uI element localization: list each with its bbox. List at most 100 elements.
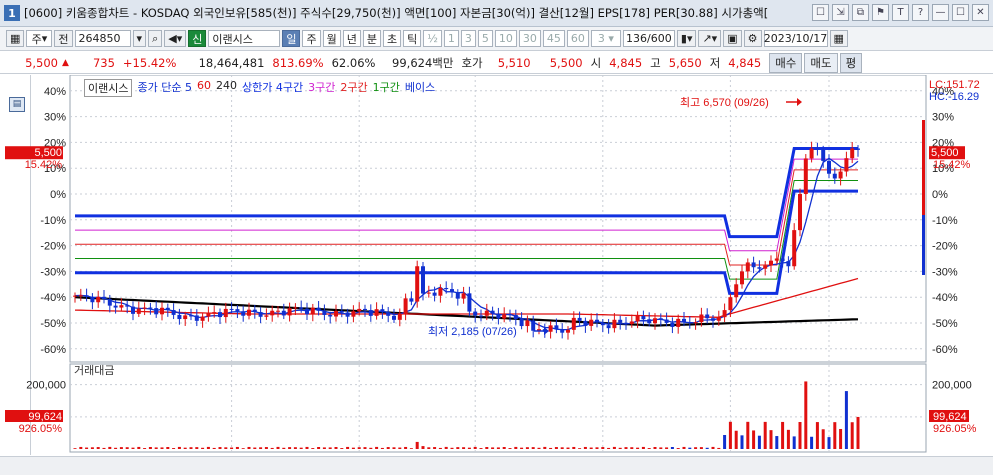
stock-chart[interactable]: 40% 40%30% 30%20% 20%10% 10%0% 0%-10% -10%-20%…: [0, 75, 993, 456]
market-select[interactable]: 주 ▾: [26, 30, 53, 47]
candle-body: [363, 308, 367, 311]
minute-half-button[interactable]: ½: [423, 30, 442, 47]
minute-45-button[interactable]: 45: [542, 30, 565, 47]
volume-bar: [351, 447, 355, 449]
grid-icon[interactable]: ▦: [6, 30, 25, 47]
candle-body: [345, 312, 350, 317]
period-minute-tab[interactable]: 분: [362, 30, 381, 47]
code-dropdown-icon[interactable]: ▾: [132, 30, 147, 47]
text-icon[interactable]: T: [892, 4, 909, 21]
volume-bar: [514, 446, 518, 449]
volume-bar: [717, 447, 721, 449]
volume-bar: [79, 446, 83, 449]
search-icon[interactable]: ⌕: [148, 30, 163, 47]
candle-body: [832, 173, 837, 179]
hc-label: HC:-16.29: [929, 91, 979, 103]
buy-button[interactable]: 매수: [769, 52, 803, 73]
candle-body: [328, 314, 333, 317]
count-input[interactable]: 136/600: [622, 30, 675, 47]
open-label: 시: [590, 55, 602, 70]
candle-body: [571, 317, 576, 330]
bid-price: 5,510: [497, 55, 531, 70]
volume-bar: [786, 429, 790, 449]
period-week-tab[interactable]: 주: [302, 30, 321, 47]
period-second-tab[interactable]: 초: [382, 30, 402, 47]
stock-name-field[interactable]: 이랜시스: [208, 30, 281, 47]
volume-bar: [682, 446, 686, 449]
candle-body: [189, 315, 193, 317]
detach-icon[interactable]: ⇲: [832, 4, 849, 21]
minute-1-button[interactable]: 1: [443, 30, 459, 47]
indicator-icon[interactable]: ▮▾: [676, 30, 697, 47]
help-icon[interactable]: ?: [912, 4, 929, 21]
candle-body: [223, 308, 228, 318]
close-icon[interactable]: ✕: [972, 4, 989, 21]
gear-icon[interactable]: ⚙: [743, 30, 762, 47]
period-month-tab[interactable]: 월: [322, 30, 341, 47]
minute-5-button[interactable]: 5: [477, 30, 493, 47]
candle-body: [247, 309, 251, 316]
evaluation-button[interactable]: 평: [839, 52, 863, 73]
price-tick-right: -20%: [932, 241, 958, 253]
save-icon[interactable]: ▣: [723, 30, 742, 47]
candle-body: [380, 309, 385, 313]
candle-body: [473, 311, 478, 316]
hoga-label: 호가: [461, 55, 483, 70]
current-price: 5,500: [25, 55, 58, 70]
candle-body: [641, 315, 646, 320]
volume-pct-right: 926.05%: [933, 423, 977, 435]
date-input[interactable]: 2023/10/17: [763, 30, 828, 47]
restore-icon[interactable]: ⧉: [852, 4, 869, 21]
volume-bar: [148, 446, 152, 449]
list-button[interactable]: 전: [54, 30, 73, 47]
price-tick-right: -50%: [932, 318, 958, 330]
maximize-icon[interactable]: ☐: [952, 4, 969, 21]
period-year-tab[interactable]: 년: [342, 30, 361, 47]
candle-body: [513, 314, 518, 320]
stock-code-input[interactable]: 264850: [74, 30, 131, 47]
minimize-icon[interactable]: —: [932, 4, 949, 21]
price-tick-left: -60%: [40, 344, 66, 356]
annotations: 5,50015.42%5,50015.42%LC:151.72HC:-16.29…: [5, 79, 980, 435]
minute-3-button[interactable]: 3: [460, 30, 476, 47]
volume-bar: [485, 446, 489, 449]
volume-tick-left: 200,000: [26, 380, 66, 392]
low-price: 4,845: [728, 55, 762, 70]
trade-amount: 99,624백만: [392, 55, 454, 70]
new-listing-badge: 신: [188, 30, 207, 47]
volume-bar: [479, 448, 483, 449]
candle-body: [183, 315, 188, 320]
candle-body: [322, 310, 327, 315]
candle-body: [334, 311, 338, 317]
interval-select[interactable]: 3 ▾: [590, 30, 621, 47]
minute-30-button[interactable]: 30: [518, 30, 541, 47]
minute-10-button[interactable]: 10: [494, 30, 517, 47]
calendar-icon[interactable]: ▦: [829, 30, 848, 47]
candle-body: [444, 287, 449, 290]
candle-body: [525, 320, 530, 327]
candle-body: [107, 299, 112, 306]
candle-body: [508, 314, 512, 316]
volume-bar: [206, 446, 210, 449]
candle-body: [798, 194, 802, 231]
candle-body: [136, 308, 141, 314]
volume-bar: [752, 430, 756, 449]
volume-bar: [143, 448, 147, 449]
candle-body: [560, 329, 565, 333]
link-icon[interactable]: ☐: [812, 4, 829, 21]
draw-line-icon[interactable]: ↗▾: [698, 30, 722, 47]
price-change-pct: +15.42%: [122, 55, 177, 70]
sell-button[interactable]: 매도: [804, 52, 838, 73]
minute-60-button[interactable]: 60: [566, 30, 589, 47]
period-day-tab[interactable]: 일: [282, 30, 301, 47]
period-tick-tab[interactable]: 틱: [403, 30, 422, 47]
candle-body: [653, 318, 657, 324]
sound-icon[interactable]: ◀▾: [164, 30, 187, 47]
volume-bar: [311, 448, 315, 449]
candle-body: [687, 322, 692, 324]
legend-limit-zone: 상한가 4구간: [241, 81, 304, 94]
volume-bar: [230, 447, 234, 449]
flag-icon[interactable]: ⚑: [872, 4, 889, 21]
candle-body: [351, 311, 356, 317]
date-axis-bar[interactable]: [0, 456, 993, 475]
